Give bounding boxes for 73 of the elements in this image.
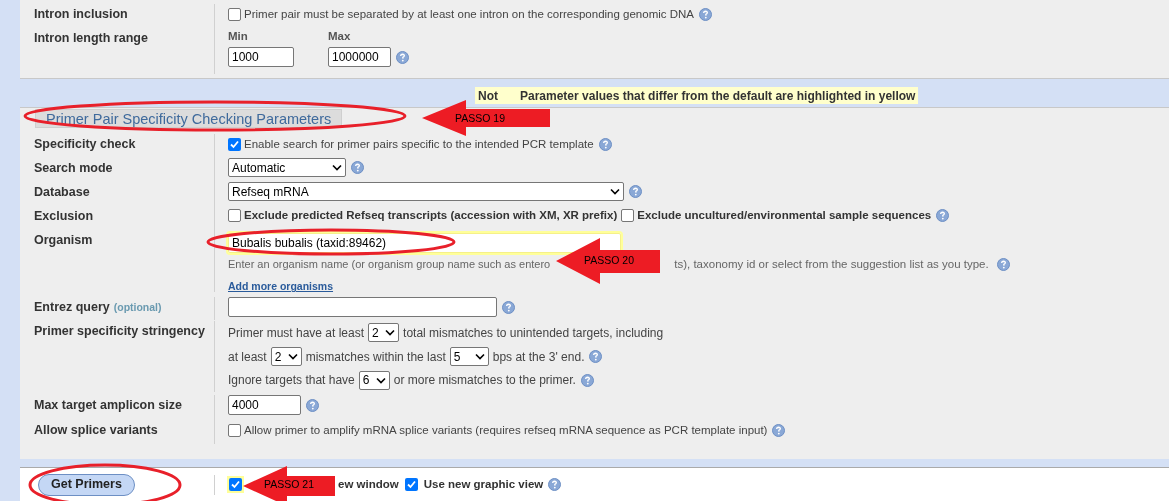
- chevron-icon: [332, 164, 342, 171]
- option-label: Exclude uncultured/environmental sample sequences: [637, 208, 932, 223]
- query-input[interactable]: [228, 297, 497, 317]
- dropdown[interactable]: 5: [449, 347, 489, 366]
- help-icon[interactable]: [699, 8, 713, 22]
- hint-text: ts), taxonomy id or select from the suggestion list as you type.: [674, 257, 989, 272]
- option-label: ew window: [338, 476, 399, 492]
- field-label: Database: [34, 184, 90, 201]
- help-icon[interactable]: [598, 138, 612, 152]
- field-label: Entrez query: [34, 299, 110, 316]
- chevron-icon: [287, 353, 298, 360]
- note-text: Parameter values that differ from the default are highlighted in yellow: [520, 87, 916, 105]
- checkbox[interactable]: [228, 138, 241, 152]
- range-label: Min: [228, 29, 249, 44]
- field-label: Organism: [34, 232, 93, 249]
- help-icon[interactable]: [936, 209, 950, 223]
- annotation-label: PASSO 19: [455, 113, 505, 124]
- checkbox[interactable]: [404, 478, 418, 491]
- chevron-icon: [610, 188, 620, 195]
- dropdown[interactable]: Refseq mRNA: [228, 182, 624, 201]
- chevron-icon: [474, 353, 485, 360]
- organism-input[interactable]: Bubalis bubalis (taxid:89462): [228, 233, 621, 253]
- help-icon[interactable]: [772, 424, 786, 438]
- help-icon[interactable]: [351, 161, 364, 174]
- chevron-icon: [375, 376, 386, 384]
- option-label: Allow primer to amplify mRNA splice variants (requires refseq mRNA sequence as PCR template input): [244, 423, 768, 438]
- stringency-text: or more mismatches to the primer.: [393, 372, 576, 390]
- field-label: Intron length range: [34, 30, 148, 47]
- min-input[interactable]: 1000: [228, 47, 294, 68]
- range-label: Max: [328, 29, 352, 44]
- max-input[interactable]: 1000000: [328, 47, 391, 68]
- stringency-text: mismatches within the last: [305, 348, 446, 366]
- checkbox[interactable]: [228, 209, 241, 223]
- option-label: Primer pair must be separated by at least one intron on the corresponding genomic DNA: [244, 7, 695, 22]
- note-text: Not: [478, 87, 498, 105]
- checkbox[interactable]: [621, 209, 635, 223]
- help-icon[interactable]: [629, 185, 642, 198]
- stringency-text: total mismatches to unintended targets, including: [403, 324, 664, 342]
- field-label: Allow splice variants: [34, 422, 158, 439]
- dropdown[interactable]: 2: [368, 323, 400, 343]
- stringency-text: bps at the 3' end.: [492, 348, 585, 366]
- help-icon[interactable]: [396, 50, 409, 64]
- stringency-text: Primer must have at least: [228, 324, 365, 342]
- annotation-label: PASSO 21: [264, 479, 314, 490]
- get-primers-button[interactable]: Get Primers: [38, 473, 135, 496]
- field-label: Search mode: [34, 160, 113, 177]
- field-label: Exclusion: [34, 208, 94, 225]
- help-icon[interactable]: [996, 258, 1010, 272]
- help-icon[interactable]: [306, 398, 319, 412]
- help-icon[interactable]: [589, 350, 603, 363]
- dropdown[interactable]: Automatic: [228, 158, 346, 177]
- chevron-icon: [385, 329, 396, 337]
- checkbox[interactable]: [228, 424, 241, 438]
- stringency-text: Ignore targets that have: [228, 372, 355, 390]
- option-label: Use new graphic view: [423, 476, 544, 492]
- dropdown[interactable]: 2: [270, 347, 302, 366]
- add-organisms-link[interactable]: Add more organisms: [228, 279, 334, 295]
- option-label: Exclude predicted Refseq transcripts (accession with XM, XR prefix): [244, 208, 618, 223]
- dropdown[interactable]: 6: [358, 370, 390, 390]
- field-label: Primer specificity stringency: [34, 323, 205, 340]
- help-icon[interactable]: [502, 300, 515, 314]
- annotation-label: PASSO 20: [584, 255, 634, 266]
- stringency-text: at least: [228, 348, 267, 366]
- optional-note: (optional): [113, 300, 162, 315]
- field-label: Max target amplicon size: [34, 397, 182, 414]
- help-icon[interactable]: [580, 373, 594, 387]
- size-input[interactable]: 4000: [228, 395, 301, 415]
- checkbox[interactable]: [228, 8, 241, 22]
- option-label: Enable search for primer pairs specific to the intended PCR template: [244, 137, 594, 152]
- help-icon[interactable]: [548, 478, 562, 491]
- hint-text: Enter an organism name (or organism group name such as entero: [228, 257, 551, 273]
- field-label: Intron inclusion: [34, 6, 128, 23]
- field-label: Specificity check: [34, 136, 136, 153]
